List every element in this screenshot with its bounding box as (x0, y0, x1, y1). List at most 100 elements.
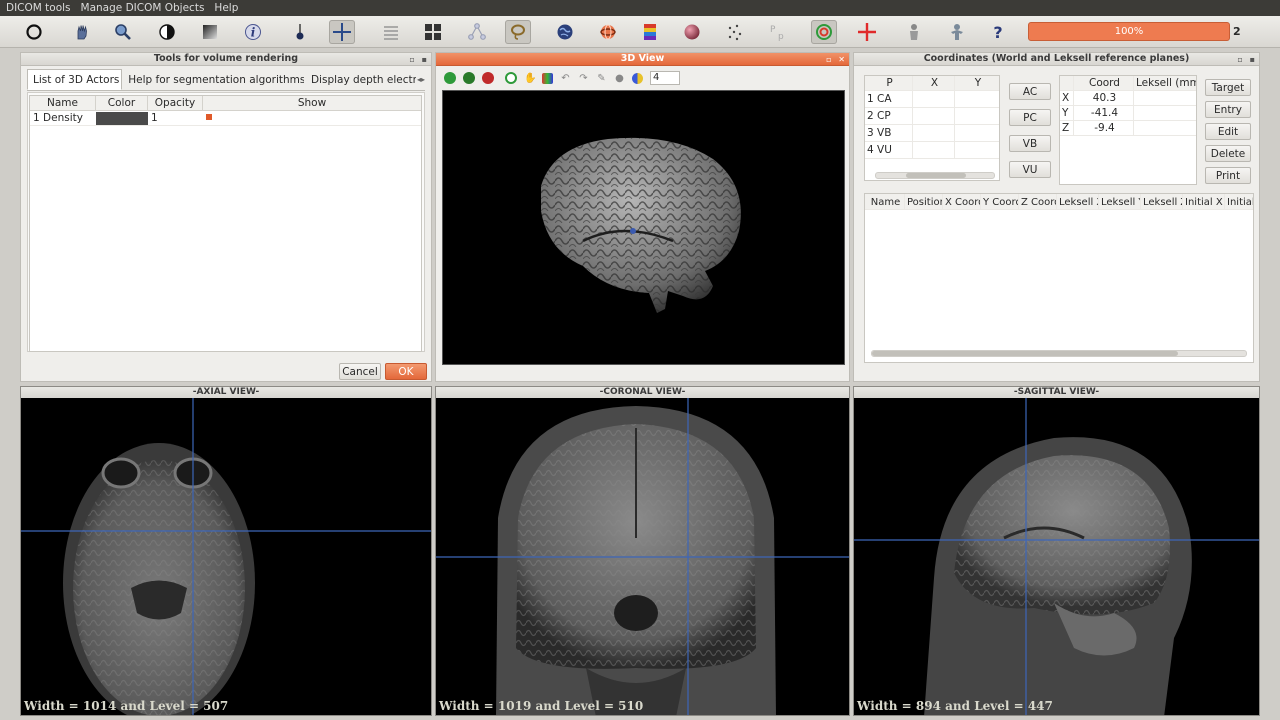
table-row[interactable]: 4 VU (865, 142, 999, 159)
vb-button[interactable]: VB (1009, 135, 1051, 152)
split-icon[interactable] (632, 72, 643, 84)
col-leksell-x[interactable]: Leksell X (1057, 194, 1099, 209)
help-icon[interactable]: ? (985, 20, 1011, 44)
tab-scroll-arrows[interactable]: ◂▸ (417, 69, 425, 90)
edit-button[interactable]: Edit (1205, 123, 1251, 140)
col-initial-y[interactable]: Initial Y (1225, 194, 1253, 209)
row-name: Density (43, 112, 83, 124)
delete-button[interactable]: Delete (1205, 145, 1251, 162)
circle-icon[interactable] (21, 20, 47, 44)
target-button[interactable]: Target (1205, 79, 1251, 96)
info-icon[interactable]: i (240, 20, 266, 44)
magnifier-icon[interactable] (110, 20, 136, 44)
table-row[interactable]: X 40.3 (1060, 91, 1196, 106)
play-icon[interactable] (505, 72, 517, 84)
rotate-right-icon[interactable]: ↷ (578, 73, 589, 84)
sphere-icon[interactable] (679, 20, 705, 44)
sagittal-view[interactable]: -SAGITTAL VIEW- Width = 894 and Level = … (853, 386, 1260, 716)
row-color-swatch[interactable] (96, 111, 148, 125)
entry-button[interactable]: Entry (1205, 101, 1251, 118)
stop-icon[interactable] (482, 72, 494, 84)
col-opacity[interactable]: Opacity (148, 96, 203, 110)
globe-icon[interactable] (552, 20, 578, 44)
pencil-icon[interactable]: ✎ (596, 73, 607, 84)
tab-segmentation-help[interactable]: Help for segmentation algorithms (122, 69, 305, 90)
green-dot-icon[interactable] (444, 72, 456, 84)
color-map-icon[interactable] (542, 72, 553, 84)
view3d-render-area[interactable] (442, 90, 845, 365)
col-z-coord[interactable]: Z Coord (1019, 194, 1057, 209)
ac-button[interactable]: AC (1009, 83, 1051, 100)
grid-icon[interactable] (420, 20, 446, 44)
table-row[interactable]: 3 VB (865, 125, 999, 142)
table-row[interactable]: 1 CA (865, 91, 999, 108)
skeleton-icon[interactable] (901, 20, 927, 44)
network-icon[interactable] (464, 20, 490, 44)
print-button[interactable]: Print (1205, 167, 1251, 184)
pin-icon[interactable] (287, 20, 313, 44)
dot-icon[interactable]: ● (614, 73, 625, 84)
col-position[interactable]: Position (905, 194, 943, 209)
pc-button[interactable]: PC (1009, 109, 1051, 126)
window-level-icon[interactable] (197, 20, 223, 44)
coronal-view-title: -CORONAL VIEW- (436, 387, 849, 398)
points-table: P X Y 1 CA 2 CP 3 VB 4 VU (864, 75, 1000, 181)
points-icon[interactable] (722, 20, 748, 44)
col-x[interactable]: X (913, 76, 955, 90)
col-x-coord[interactable]: X Coord (943, 194, 981, 209)
axial-view[interactable]: -AXIAL VIEW- Width = 1014 and Level = 50… (20, 386, 432, 716)
table-row[interactable]: Z -9.4 (1060, 121, 1196, 136)
view3d-panel: 3D View ▫ ✕ ✋ ↶ ↷ ✎ ● 4 (435, 52, 850, 382)
vu-button[interactable]: VU (1009, 161, 1051, 178)
rotate-left-icon[interactable]: ↶ (560, 73, 571, 84)
person-icon[interactable] (944, 20, 970, 44)
hand-icon[interactable] (69, 20, 95, 44)
col-leksell-z[interactable]: Leksell Z (1141, 194, 1183, 209)
coords-panel: Coordinates (World and Leksell reference… (853, 52, 1260, 382)
crosshair-icon[interactable] (329, 20, 355, 44)
col-y[interactable]: Y (955, 76, 999, 90)
menu-bar: DICOM tools Manage DICOM Objects Help (0, 0, 1280, 16)
targets-scrollbar[interactable] (871, 350, 1247, 357)
tab-list-3d-actors[interactable]: List of 3D Actors (27, 69, 123, 90)
menu-help[interactable]: Help (214, 2, 238, 14)
col-initial-x[interactable]: Initial X (1183, 194, 1225, 209)
table-row[interactable]: 2 CP (865, 108, 999, 125)
pan-icon[interactable]: ✋ (524, 73, 536, 84)
table-row[interactable]: Y -41.4 (1060, 106, 1196, 121)
menu-dicom-tools[interactable]: DICOM tools (6, 2, 71, 14)
menu-manage-dicom-objects[interactable]: Manage DICOM Objects (81, 2, 205, 14)
col-y-coord[interactable]: Y Coord (981, 194, 1019, 209)
col-show[interactable]: Show (203, 96, 421, 110)
tools-tabs: List of 3D Actors Help for segmentation … (27, 69, 425, 91)
contrast-icon[interactable] (154, 20, 180, 44)
cancel-button[interactable]: Cancel (339, 363, 381, 380)
col-color[interactable]: Color (96, 96, 148, 110)
target-icon[interactable] (811, 20, 837, 44)
col-leksell[interactable]: Leksell (mm (1134, 76, 1196, 90)
col-name[interactable]: Name (30, 96, 96, 110)
progress-bar: 100% (1028, 22, 1230, 41)
tab-display-depth[interactable]: Display depth electro (305, 69, 417, 90)
row-opacity[interactable]: 1 (148, 112, 203, 124)
green-sphere-icon[interactable] (463, 72, 475, 84)
col-coord[interactable]: Coord (1074, 76, 1134, 90)
coronal-view[interactable]: -CORONAL VIEW- Width = 1019 and Level = … (435, 386, 850, 716)
coords-panel-title: Coordinates (World and Leksell reference… (854, 53, 1259, 66)
plus-icon[interactable] (854, 20, 880, 44)
axial-view-title: -AXIAL VIEW- (21, 387, 431, 398)
table-row[interactable]: 1 Density 1 (30, 111, 421, 126)
ok-button[interactable]: OK (385, 363, 427, 380)
svg-text:p: p (778, 32, 784, 42)
rings-icon[interactable] (595, 20, 621, 44)
tools-panel-title: Tools for volume rendering ▫ ▪ (21, 53, 431, 66)
palette-icon[interactable] (637, 20, 663, 44)
col-leksell-y[interactable]: Leksell Y (1099, 194, 1141, 209)
col-p[interactable]: P (865, 76, 913, 90)
list-icon[interactable] (378, 20, 404, 44)
zoom-input[interactable]: 4 (650, 71, 680, 85)
point-label-icon[interactable]: Pp (764, 20, 790, 44)
points-scrollbar[interactable] (875, 172, 995, 179)
lasso-icon[interactable] (505, 20, 531, 44)
col-target-name[interactable]: Name (865, 194, 905, 209)
